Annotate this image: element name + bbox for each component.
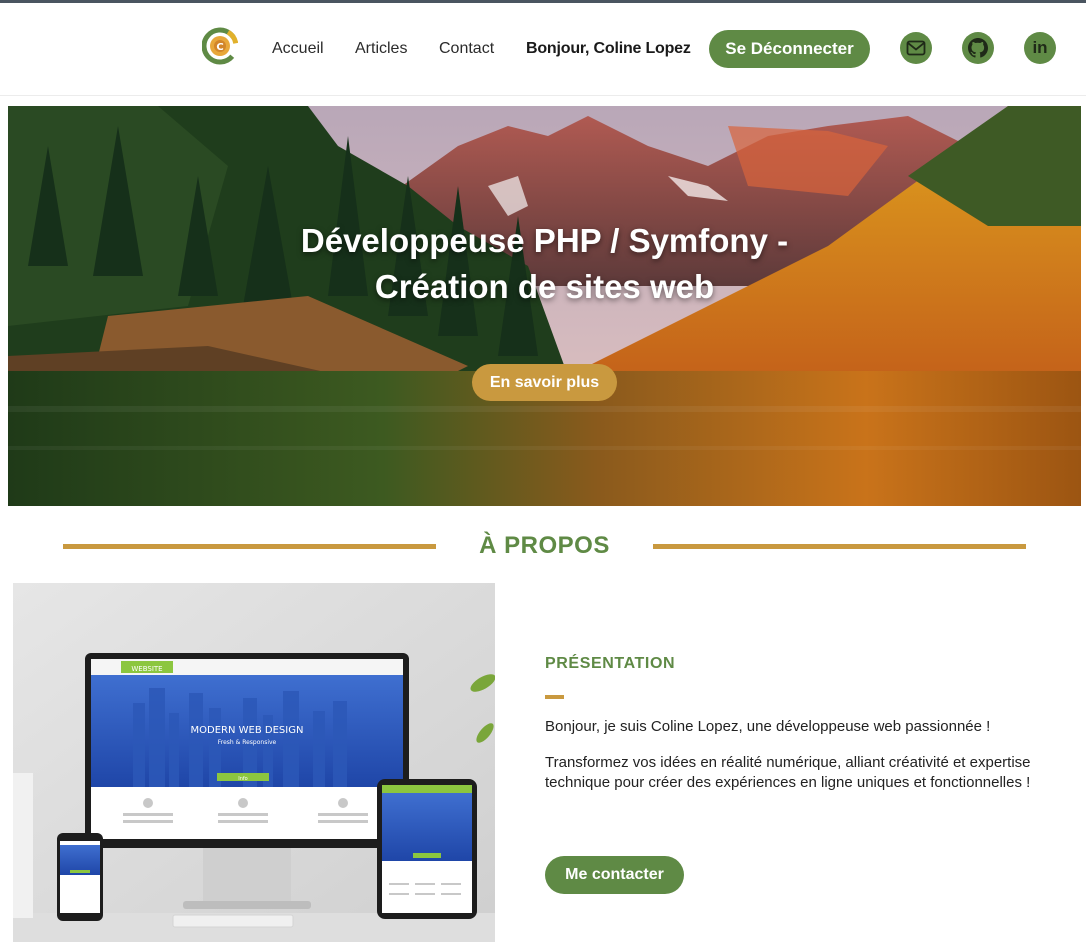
devices-mockup-image: WEBSITE MODERN WEB DESIGN Fresh & Respon… <box>13 583 495 942</box>
mail-link[interactable] <box>900 32 932 64</box>
github-link[interactable] <box>962 32 994 64</box>
mockup-tagline: Fresh & Responsive <box>218 739 277 746</box>
logout-button[interactable]: Se Déconnecter <box>709 30 870 68</box>
linkedin-icon: in <box>1032 38 1048 57</box>
mockup-nav-label: WEBSITE <box>131 665 162 673</box>
nav-link-articles[interactable]: Articles <box>355 40 407 58</box>
section-divider-right <box>653 544 1026 549</box>
about-section-title: À PROPOS <box>479 532 610 559</box>
nav-link-home[interactable]: Accueil <box>272 40 324 58</box>
learn-more-button[interactable]: En savoir plus <box>472 364 617 401</box>
linkedin-link[interactable]: in <box>1024 32 1056 64</box>
site-logo[interactable]: C <box>202 27 238 65</box>
hero-banner: Développeuse PHP / Symfony - Création de… <box>8 106 1081 506</box>
mail-icon <box>906 40 926 56</box>
hero-title: Développeuse PHP / Symfony - Création de… <box>8 218 1081 310</box>
site-header: C Accueil Articles Contact Bonjour, Coli… <box>0 3 1086 96</box>
presentation-description: Transformez vos idées en réalité numériq… <box>545 754 1031 791</box>
section-divider-left <box>63 544 436 549</box>
presentation-title: PRÉSENTATION <box>545 655 676 672</box>
presentation-intro: Bonjour, je suis Coline Lopez, une dével… <box>545 718 991 735</box>
user-greeting: Bonjour, Coline Lopez <box>526 40 691 57</box>
hero-title-line-2: Création de sites web <box>374 268 715 305</box>
contact-me-button[interactable]: Me contacter <box>545 856 684 894</box>
hero-title-line-1: Développeuse PHP / Symfony - <box>300 222 789 259</box>
presentation-accent-bar <box>545 695 564 699</box>
logo-letter: C <box>216 42 223 53</box>
github-icon <box>968 38 988 58</box>
mockup-headline: MODERN WEB DESIGN <box>191 725 304 736</box>
nav-link-contact[interactable]: Contact <box>439 40 494 58</box>
mockup-cta: Info <box>238 776 247 782</box>
